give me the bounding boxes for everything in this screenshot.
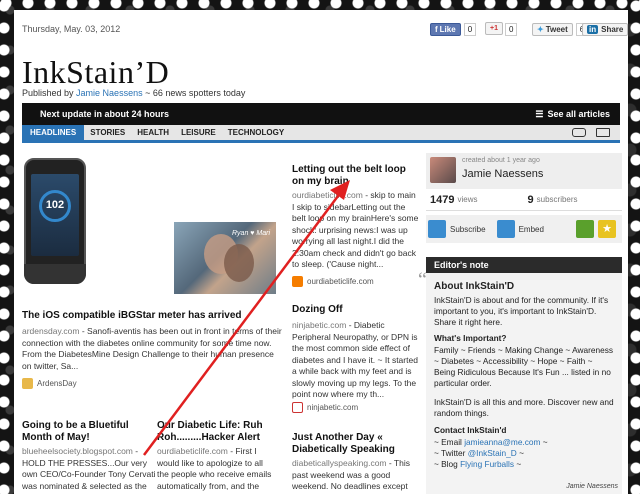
top-border [0, 0, 640, 9]
right-border [630, 0, 640, 494]
newspaper-page: Thursday, May. 03, 2012 f Like 0 +1 0 ✦ Tw… [14, 10, 628, 494]
annotation-arrow [142, 180, 350, 456]
left-border [0, 0, 10, 494]
